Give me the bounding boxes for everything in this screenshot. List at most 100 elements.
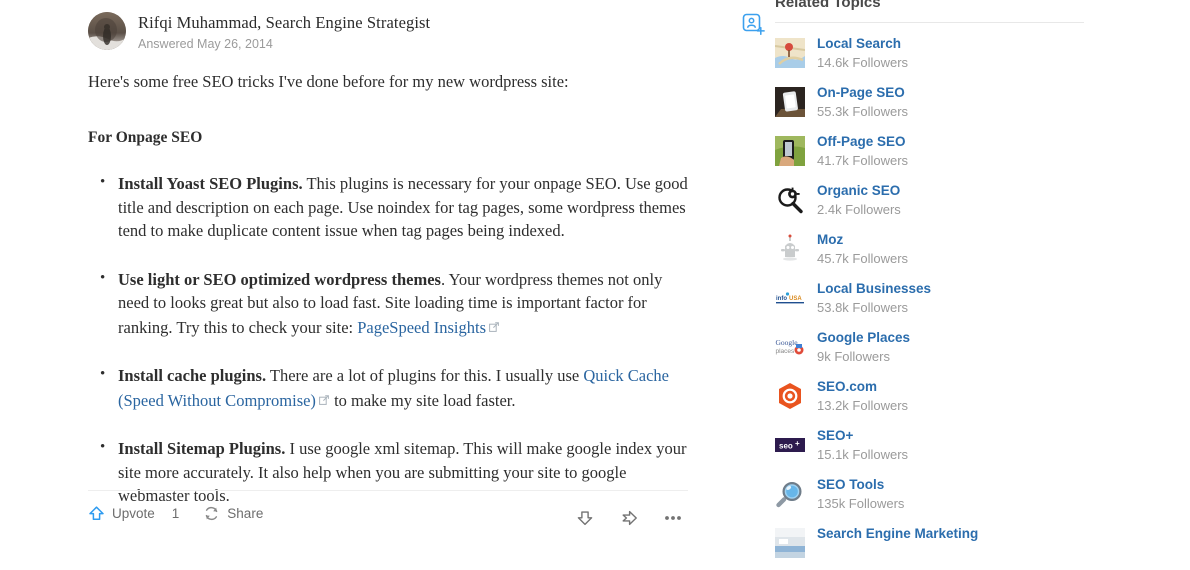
topic-name[interactable]: SEO+ — [817, 427, 908, 445]
sidebar-item-off-page-seo[interactable]: Off-Page SEO 41.7k Followers — [772, 133, 1102, 182]
phone-on-desk-thumbnail — [775, 87, 805, 117]
share-circular-arrows-icon — [205, 506, 218, 521]
magnifier-gear-icon — [775, 185, 805, 215]
topic-text: Search Engine Marketing — [817, 525, 978, 544]
topic-followers: 15.1k Followers — [817, 447, 909, 462]
google-places-logo-thumbnail: Google places — [775, 332, 805, 362]
quora-answer-page: Rifqi Muhammad, Search Engine Strategist… — [0, 0, 1190, 558]
follow-user-button[interactable] — [742, 13, 766, 37]
sidebar-item-google-places[interactable]: Google places Google Places 9k Followers — [772, 329, 1102, 378]
topic-name[interactable]: Local Businesses — [817, 280, 931, 298]
sidebar-item-organic-seo[interactable]: Organic SEO 2.4k Followers — [772, 182, 1102, 231]
sem-photo-thumbnail — [775, 528, 805, 558]
topic-name[interactable]: Local Search — [817, 35, 908, 53]
map-pin-thumbnail — [775, 38, 805, 68]
pass-forward-arrow-icon — [622, 510, 637, 526]
sidebar-item-seo-plus[interactable]: seo + SEO+ 15.1k Followers — [772, 427, 1102, 476]
tip-title: Install Yoast SEO Plugins. — [118, 174, 303, 193]
topic-followers: 135k Followers — [817, 496, 905, 511]
topic-name[interactable]: Google Places — [817, 329, 910, 347]
topic-followers: 45.7k Followers — [817, 251, 909, 266]
section-heading: For Onpage SEO — [88, 128, 203, 146]
avatar[interactable] — [88, 12, 126, 50]
sidebar-item-moz[interactable]: Moz 45.7k Followers — [772, 231, 1102, 280]
pass-button[interactable] — [614, 505, 644, 531]
topic-name[interactable]: Search Engine Marketing — [817, 525, 978, 543]
topic-text: Organic SEO 2.4k Followers — [817, 182, 901, 219]
footer-left-actions: Upvote 1 Share — [88, 505, 263, 522]
topic-followers: 13.2k Followers — [817, 398, 909, 413]
user-avatar-photo — [88, 12, 126, 50]
topic-text: Off-Page SEO 41.7k Followers — [817, 133, 908, 170]
seo-plus-logo: seo + — [775, 430, 805, 460]
more-options-icon — [665, 516, 681, 520]
seo-dot-com-hexagon-logo — [775, 381, 805, 411]
sidebar-title: Related Topics — [775, 0, 881, 11]
topic-followers: 53.8k Followers — [817, 300, 909, 315]
tip-title: Install cache plugins. — [118, 366, 267, 385]
hand-phone-outdoors-thumbnail — [775, 136, 805, 166]
sidebar-item-on-page-seo[interactable]: On-Page SEO 55.3k Followers — [772, 84, 1102, 133]
author-meta: Rifqi Muhammad, Search Engine Strategist… — [138, 10, 688, 53]
topic-name[interactable]: On-Page SEO — [817, 84, 908, 102]
sidebar-item-search-engine-marketing[interactable]: Search Engine Marketing — [772, 525, 1102, 570]
moz-robot-icon — [775, 234, 805, 264]
topic-text: SEO+ 15.1k Followers — [817, 427, 908, 464]
upvote-arrow-icon — [89, 506, 104, 520]
list-item: Install cache plugins. There are a lot o… — [100, 363, 688, 412]
sidebar-item-seo-dot-com[interactable]: SEO.com 13.2k Followers — [772, 378, 1102, 427]
topic-name[interactable]: SEO Tools — [817, 476, 904, 494]
topic-followers: 14.6k Followers — [817, 55, 909, 70]
share-button[interactable]: Share — [203, 505, 263, 522]
topic-text: SEO Tools 135k Followers — [817, 476, 904, 513]
list-item: Install Yoast SEO Plugins. This plugins … — [100, 171, 688, 243]
svg-text:+: + — [795, 439, 800, 448]
sidebar-item-local-businesses[interactable]: info USA Local Businesses 53.8k Follower… — [772, 280, 1102, 329]
topic-text: Moz 45.7k Followers — [817, 231, 908, 268]
topic-followers: 55.3k Followers — [817, 104, 909, 119]
answer-lead-paragraph: Here's some free SEO tricks I've done be… — [88, 72, 569, 91]
topic-followers: 9k Followers — [817, 349, 890, 364]
external-link-icon — [489, 315, 499, 339]
more-options-button[interactable] — [658, 505, 688, 531]
upvote-button[interactable]: Upvote — [88, 505, 155, 522]
topic-followers: 2.4k Followers — [817, 202, 901, 217]
blue-magnifier-icon — [775, 479, 805, 509]
downvote-button[interactable] — [570, 505, 600, 531]
tip-title: Install Sitemap Plugins. — [118, 439, 286, 458]
external-link-icon — [319, 388, 329, 412]
answer-body: Here's some free SEO tricks I've done be… — [88, 68, 688, 508]
related-topics-sidebar: Related Topics Local Search 14.6k Follow… — [772, 0, 1102, 570]
upvote-count: 1 — [171, 506, 180, 521]
topic-name[interactable]: SEO.com — [817, 378, 908, 396]
svg-text:info: info — [776, 296, 787, 302]
sidebar-item-local-search[interactable]: Local Search 14.6k Followers — [772, 35, 1102, 84]
pagespeed-insights-link[interactable]: PageSpeed Insights — [357, 318, 486, 337]
downvote-arrow-icon — [577, 511, 593, 526]
topic-text: SEO.com 13.2k Followers — [817, 378, 908, 415]
infousa-logo-thumbnail: info USA — [775, 283, 805, 313]
answer-action-bar: Upvote 1 Share — [88, 490, 688, 539]
topic-text: On-Page SEO 55.3k Followers — [817, 84, 908, 121]
topic-text: Google Places 9k Followers — [817, 329, 910, 366]
answer-date: Answered May 26, 2014 — [138, 37, 273, 51]
topic-name[interactable]: Organic SEO — [817, 182, 901, 200]
add-person-icon — [742, 13, 765, 35]
svg-text:USA: USA — [789, 296, 802, 302]
author-name[interactable]: Rifqi Muhammad, Search Engine Strategist — [138, 13, 688, 33]
topic-name[interactable]: Moz — [817, 231, 908, 249]
tips-list: Install Yoast SEO Plugins. This plugins … — [88, 171, 688, 508]
svg-text:seo: seo — [779, 442, 793, 451]
list-item: Use light or SEO optimized wordpress the… — [100, 267, 688, 340]
topic-name[interactable]: Off-Page SEO — [817, 133, 908, 151]
topic-text: Local Businesses 53.8k Followers — [817, 280, 931, 317]
sidebar-item-seo-tools[interactable]: SEO Tools 135k Followers — [772, 476, 1102, 525]
svg-text:Google: Google — [776, 338, 799, 347]
topic-list: Local Search 14.6k Followers On-Page SEO… — [772, 23, 1102, 570]
author-row: Rifqi Muhammad, Search Engine Strategist… — [88, 0, 765, 68]
upvote-label: Upvote — [112, 506, 155, 521]
svg-text:places: places — [776, 348, 796, 355]
topic-followers: 41.7k Followers — [817, 153, 909, 168]
footer-right-actions — [556, 505, 688, 531]
tip-body-before: There are a lot of plugins for this. I u… — [266, 366, 584, 385]
